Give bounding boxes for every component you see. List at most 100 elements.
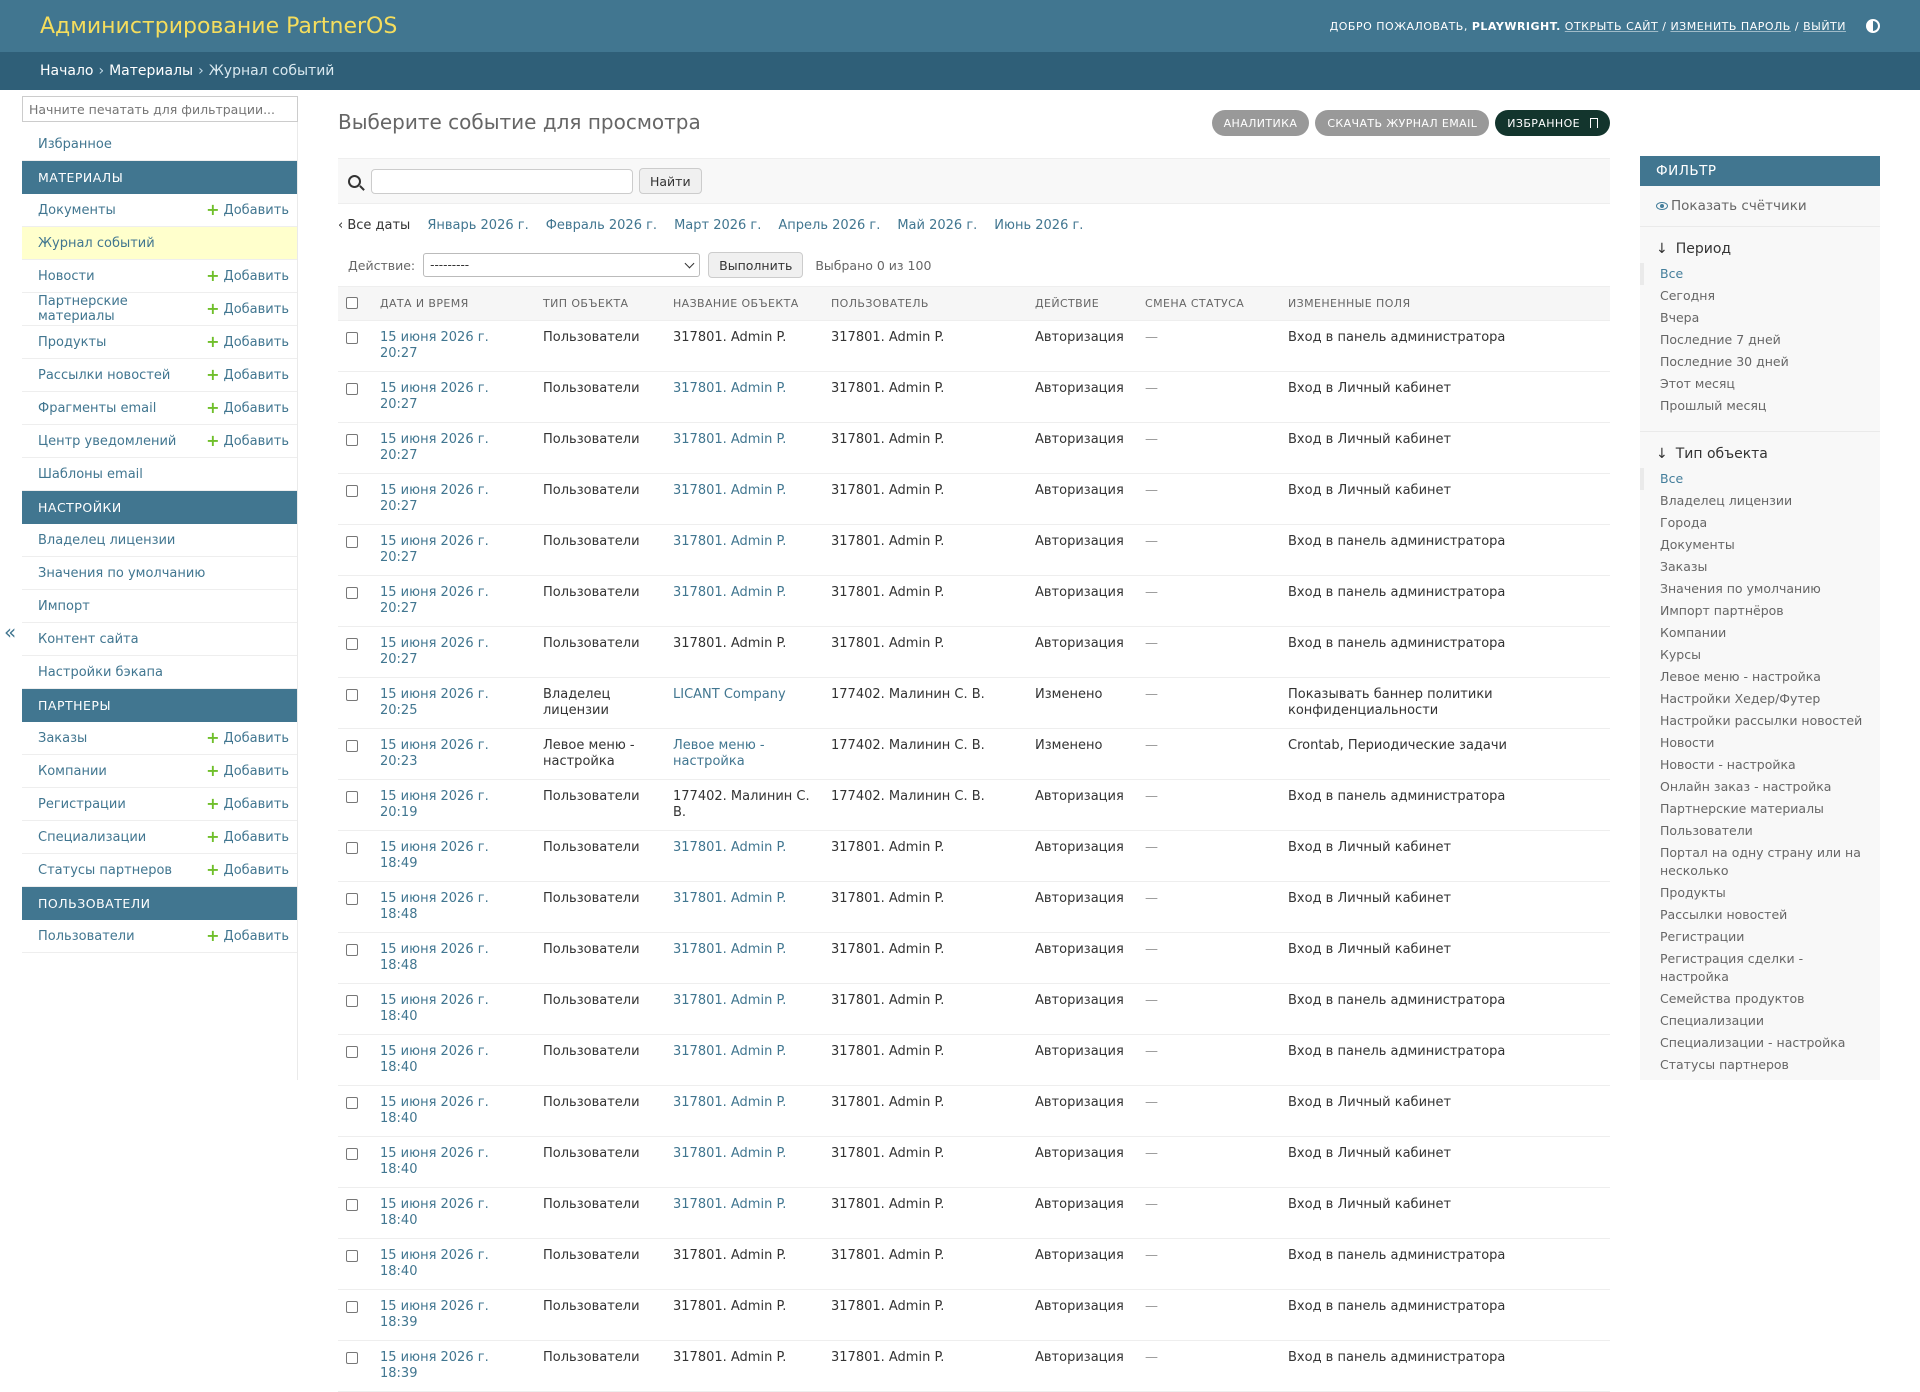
sidebar-item-label[interactable]: Шаблоны email xyxy=(38,467,143,482)
sidebar-add-link[interactable]: + Добавить xyxy=(206,334,289,350)
filter-option-link[interactable]: Настройки Хедер/Футер xyxy=(1660,691,1820,706)
event-date-link[interactable]: 15 июня 2026 г. 20:27 xyxy=(380,432,489,463)
row-checkbox[interactable] xyxy=(346,383,358,395)
filter-option[interactable]: Пользователи xyxy=(1640,820,1880,842)
column-header[interactable]: Дата и время xyxy=(372,286,535,321)
select-all-checkbox[interactable] xyxy=(346,297,358,309)
filter-option[interactable]: Импорт партнёров xyxy=(1640,600,1880,622)
row-checkbox[interactable] xyxy=(346,842,358,854)
sidebar-item-label[interactable]: Пользователи xyxy=(38,929,135,944)
row-checkbox[interactable] xyxy=(346,1046,358,1058)
filter-option[interactable]: Последние 30 дней xyxy=(1640,351,1880,373)
sidebar-add-link[interactable]: + Добавить xyxy=(206,763,289,779)
sidebar-item-label[interactable]: Компании xyxy=(38,764,107,779)
object-link[interactable]: 317801. Admin P. xyxy=(673,432,786,447)
analytics-button[interactable]: Аналитика xyxy=(1211,110,1310,136)
row-checkbox[interactable] xyxy=(346,587,358,599)
filter-option[interactable]: Новости xyxy=(1640,732,1880,754)
event-date-link[interactable]: 15 июня 2026 г. 20:27 xyxy=(380,381,489,412)
sidebar-add-link[interactable]: + Добавить xyxy=(206,730,289,746)
favorites-button[interactable]: Избранное xyxy=(1495,110,1610,136)
event-date-link[interactable]: 15 июня 2026 г. 18:40 xyxy=(380,1248,489,1279)
sidebar-item-label[interactable]: Документы xyxy=(38,203,116,218)
filter-option[interactable]: Новости - настройка xyxy=(1640,754,1880,776)
view-site-link[interactable]: Открыть сайт xyxy=(1565,20,1658,33)
sidebar-add-link[interactable]: + Добавить xyxy=(206,301,289,317)
sidebar-item[interactable]: Владелец лицензии xyxy=(22,524,297,557)
object-link[interactable]: 317801. Admin P. xyxy=(673,1146,786,1161)
filter-option-link[interactable]: Документы xyxy=(1660,537,1735,552)
theme-toggle-icon[interactable] xyxy=(1866,19,1880,33)
object-link[interactable]: 317801. Admin P. xyxy=(673,942,786,957)
sidebar-item-label[interactable]: Продукты xyxy=(38,335,106,350)
filter-option-link[interactable]: Этот месяц xyxy=(1660,376,1735,391)
filter-option-link[interactable]: Значения по умолчанию xyxy=(1660,581,1821,596)
sidebar-item[interactable]: Контент сайта xyxy=(22,623,297,656)
row-checkbox[interactable] xyxy=(346,893,358,905)
all-dates-link[interactable]: ‹ Все даты xyxy=(338,218,410,233)
filter-option-link[interactable]: Прошлый месяц xyxy=(1660,398,1766,413)
row-checkbox[interactable] xyxy=(346,1097,358,1109)
filter-option[interactable]: Прошлый месяц xyxy=(1640,395,1880,417)
date-hierarchy-month[interactable]: Июнь 2026 г. xyxy=(994,218,1083,233)
filter-option[interactable]: Настройки Хедер/Футер xyxy=(1640,688,1880,710)
sidebar-item[interactable]: Рассылки новостей + Добавить xyxy=(22,359,297,392)
filter-option-link[interactable]: Специализации - настройка xyxy=(1660,1035,1845,1050)
filter-option[interactable]: Вчера xyxy=(1640,307,1880,329)
sidebar-item-label[interactable]: Избранное xyxy=(38,137,112,152)
sidebar-add-link[interactable]: + Добавить xyxy=(206,400,289,416)
event-date-link[interactable]: 15 июня 2026 г. 20:25 xyxy=(380,687,489,718)
event-date-link[interactable]: 15 июня 2026 г. 18:39 xyxy=(380,1299,489,1330)
filter-option-link[interactable]: Партнерские материалы xyxy=(1660,801,1824,816)
filter-option-link[interactable]: Левое меню - настройка xyxy=(1660,669,1821,684)
filter-option-link[interactable]: Настройки рассылки новостей xyxy=(1660,713,1862,728)
filter-option-link[interactable]: Заказы xyxy=(1660,559,1707,574)
filter-option[interactable]: Курсы xyxy=(1640,644,1880,666)
filter-option[interactable]: Левое меню - настройка xyxy=(1640,666,1880,688)
column-header[interactable]: Название объекта xyxy=(665,286,823,321)
sidebar-item[interactable]: Компании + Добавить xyxy=(22,755,297,788)
column-header[interactable]: Тип объекта xyxy=(535,286,665,321)
row-checkbox[interactable] xyxy=(346,995,358,1007)
filter-option-link[interactable]: Продукты xyxy=(1660,885,1726,900)
row-checkbox[interactable] xyxy=(346,332,358,344)
sidebar-item-label[interactable]: Настройки бэкапа xyxy=(38,665,163,680)
sidebar-item[interactable]: Партнерские материалы + Добавить xyxy=(22,293,297,326)
sidebar-item-label[interactable]: Статусы партнеров xyxy=(38,863,172,878)
row-checkbox[interactable] xyxy=(346,434,358,446)
object-link[interactable]: 317801. Admin P. xyxy=(673,993,786,1008)
sidebar-item[interactable]: Настройки бэкапа xyxy=(22,656,297,689)
search-button[interactable]: Найти xyxy=(639,168,702,194)
column-header[interactable]: Смена статуса xyxy=(1137,286,1280,321)
event-date-link[interactable]: 15 июня 2026 г. 20:27 xyxy=(380,636,489,667)
filter-option-link[interactable]: Импорт партнёров xyxy=(1660,603,1784,618)
sidebar-item[interactable]: Журнал событий xyxy=(22,227,297,260)
sidebar-item[interactable]: Продукты + Добавить xyxy=(22,326,297,359)
filter-option[interactable]: Этот месяц xyxy=(1640,373,1880,395)
event-date-link[interactable]: 15 июня 2026 г. 18:40 xyxy=(380,1197,489,1228)
event-date-link[interactable]: 15 июня 2026 г. 18:40 xyxy=(380,1095,489,1126)
sidebar-item[interactable]: Центр уведомлений + Добавить xyxy=(22,425,297,458)
row-checkbox[interactable] xyxy=(346,1148,358,1160)
filter-option[interactable]: Документы xyxy=(1640,534,1880,556)
column-header[interactable]: Действие xyxy=(1027,286,1137,321)
object-link[interactable]: 317801. Admin P. xyxy=(673,891,786,906)
row-checkbox[interactable] xyxy=(346,1199,358,1211)
sidebar-item-label[interactable]: Новости xyxy=(38,269,95,284)
event-date-link[interactable]: 15 июня 2026 г. 20:27 xyxy=(380,483,489,514)
row-checkbox[interactable] xyxy=(346,638,358,650)
filter-option-link[interactable]: Новости - настройка xyxy=(1660,757,1796,772)
event-date-link[interactable]: 15 июня 2026 г. 20:27 xyxy=(380,534,489,565)
filter-option[interactable]: Страны xyxy=(1640,1076,1880,1080)
toggle-sidebar-button[interactable]: « xyxy=(4,620,16,644)
filter-option[interactable]: Города xyxy=(1640,512,1880,534)
logout-link[interactable]: Выйти xyxy=(1803,20,1846,33)
filter-option[interactable]: Специализации xyxy=(1640,1010,1880,1032)
event-date-link[interactable]: 15 июня 2026 г. 18:49 xyxy=(380,840,489,871)
column-header[interactable]: Пользователь xyxy=(823,286,1027,321)
sidebar-item[interactable]: Пользователи + Добавить xyxy=(22,920,297,953)
filter-option-link[interactable]: Вчера xyxy=(1660,310,1699,325)
filter-option[interactable]: Настройки рассылки новостей xyxy=(1640,710,1880,732)
object-link[interactable]: 317801. Admin P. xyxy=(673,1197,786,1212)
sidebar-item[interactable]: Фрагменты email + Добавить xyxy=(22,392,297,425)
